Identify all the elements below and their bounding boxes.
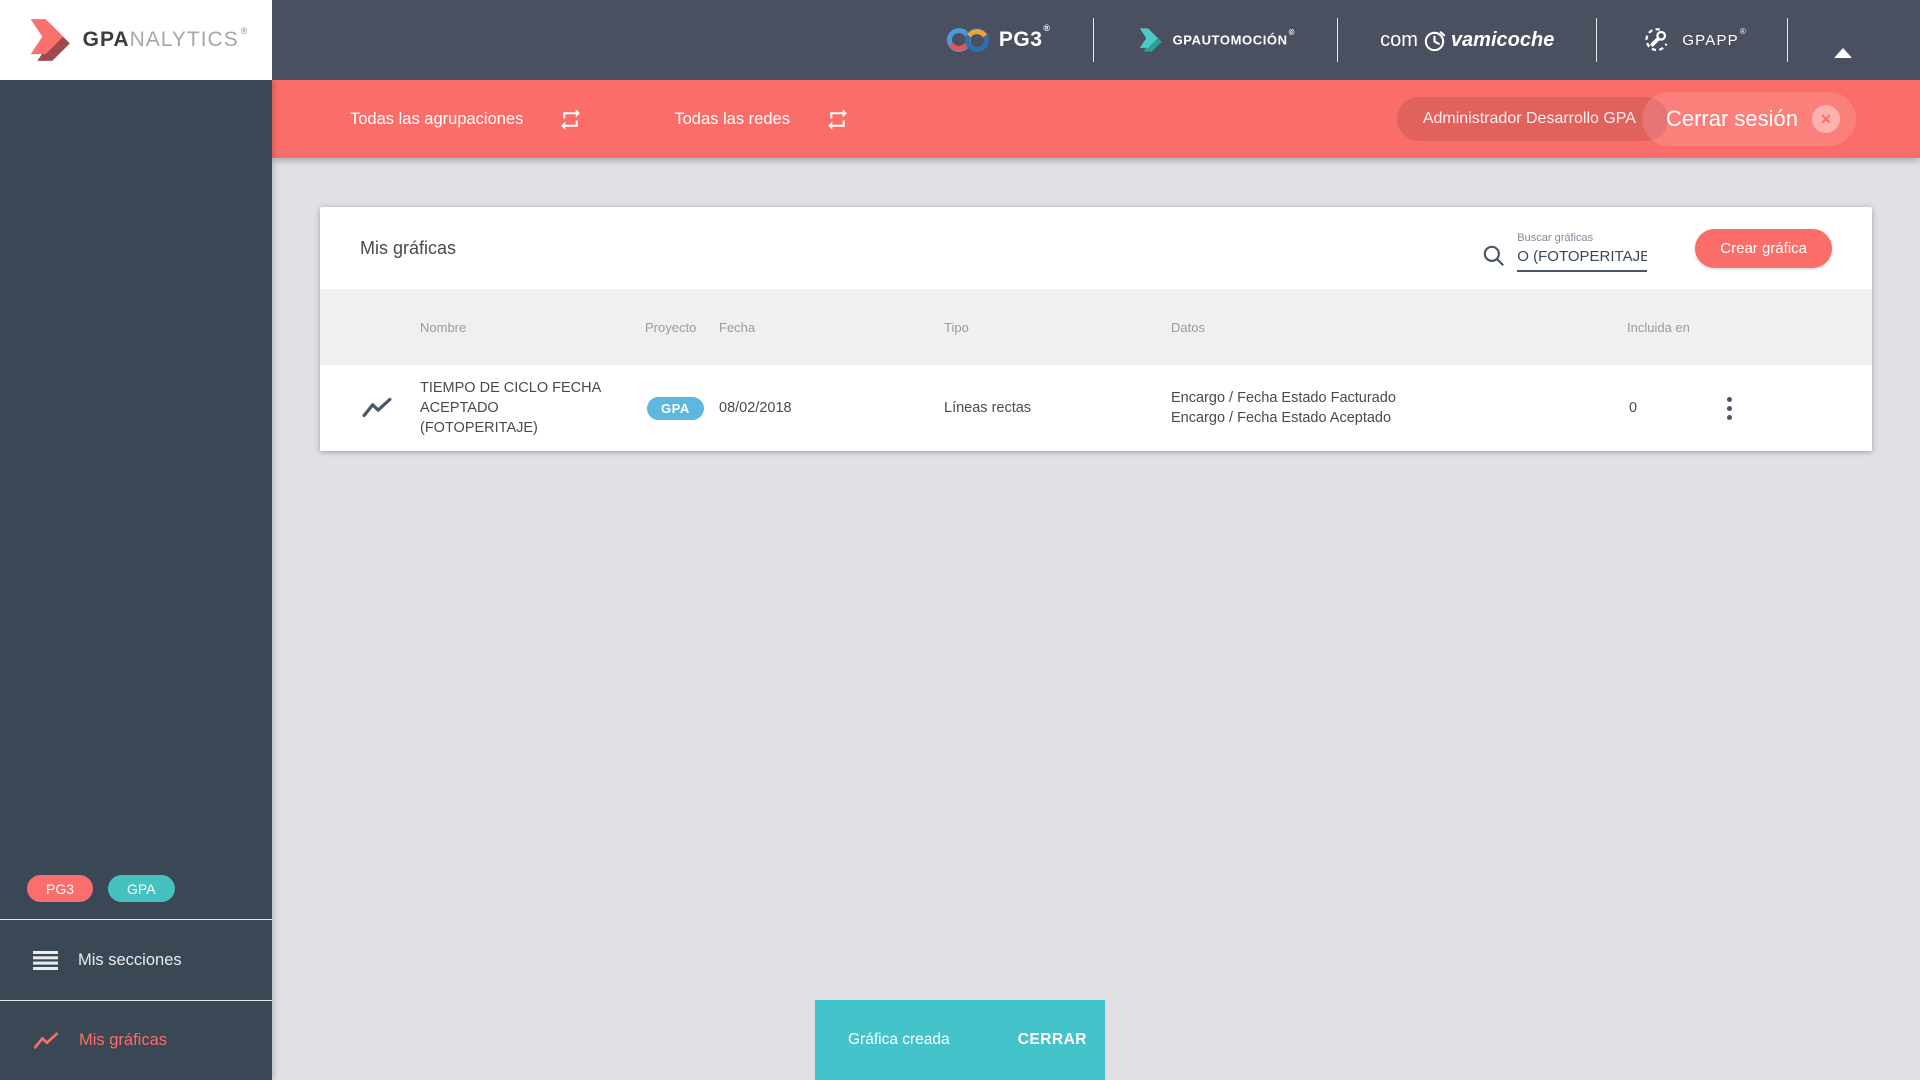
column-header-fecha: Fecha	[719, 319, 756, 335]
compravamicoche-post-text: vamicoche	[1450, 28, 1555, 51]
sidebar: PG3 GPA Mis secciones Mis gráficas	[0, 80, 272, 1080]
search-field-label: Buscar gráficas	[1517, 232, 1594, 244]
brand-registered-mark: ®	[240, 26, 249, 36]
kebab-dot	[1726, 414, 1732, 420]
close-circle-icon: ✕	[1812, 105, 1840, 133]
networks-swap-button[interactable]	[824, 107, 851, 132]
row-actions-kebab-menu[interactable]	[1717, 393, 1741, 424]
search-input[interactable]	[1517, 247, 1648, 272]
brand-logo[interactable]: GPA NALYTICS ®	[0, 0, 272, 80]
datos-line-2: Encargo / Fecha Estado Aceptado	[1171, 410, 1392, 426]
sidebar-badge-pg3[interactable]: PG3	[27, 875, 94, 902]
collapse-header-button[interactable]	[1828, 27, 1858, 58]
cell-datos: Encargo / Fecha Estado Facturado Encargo…	[1171, 388, 1627, 428]
logout-label: Cerrar sesión	[1665, 106, 1798, 131]
line-chart-icon	[33, 1031, 59, 1050]
create-chart-button[interactable]: Crear gráfica	[1695, 228, 1832, 268]
table-row[interactable]: TIEMPO DE CICLO FECHA ACEPTADO (FOTOPERI…	[320, 365, 1872, 451]
toast-close-button[interactable]: CERRAR	[1018, 1031, 1087, 1049]
filter-bar: Todas las agrupaciones Todas las redes A…	[272, 80, 1920, 158]
kebab-dot	[1726, 405, 1732, 411]
gpautomocion-label: GPAUTOMOCIÓN®	[1172, 28, 1296, 48]
toast-message: Gráfica creada	[848, 1031, 950, 1048]
pg3-logo[interactable]: PG3®	[946, 23, 1051, 55]
gpautomocion-logo[interactable]: GPAUTOMOCIÓN®	[1136, 27, 1296, 53]
compravamicoche-pre-text: com	[1380, 28, 1418, 51]
gpautomocion-registered-mark: ®	[1288, 28, 1296, 38]
table-header-row: Nombre Proyecto Fecha Tipo Datos Incluid…	[320, 289, 1872, 365]
sidebar-item-mis-graficas[interactable]: Mis gráficas	[0, 1001, 272, 1080]
header-separator	[1337, 18, 1339, 62]
groupings-swap-button[interactable]	[557, 107, 584, 132]
gpapp-label: GPAPP®	[1682, 26, 1747, 49]
brand-wordmark: GPA NALYTICS ®	[82, 26, 249, 52]
header-logo-strip: PG3® GPAUTOMOCIÓN® com vamicoche GPAPP®	[946, 0, 1920, 80]
page-title: Mis gráficas	[360, 237, 457, 258]
sidebar-item-label: Mis secciones	[78, 950, 182, 969]
brand-arrow-icon	[24, 18, 74, 62]
gpapp-logo[interactable]: GPAPP®	[1639, 23, 1747, 57]
column-header-nombre: Nombre	[420, 319, 467, 335]
main-content: Mis gráficas Buscar gráficas Crear gráfi…	[272, 158, 1920, 1080]
kebab-dot	[1726, 396, 1732, 402]
sidebar-item-label: Mis gráficas	[79, 1031, 168, 1049]
logout-button[interactable]: Cerrar sesión ✕	[1641, 92, 1856, 146]
snackbar-toast: Gráfica creada CERRAR	[815, 1000, 1105, 1080]
top-header: GPA NALYTICS ® PG3® GPAUTOMOCIÓN® com va…	[0, 0, 1920, 80]
compravamicoche-label: com vamicoche	[1380, 28, 1554, 53]
cell-fecha: 08/02/2018	[719, 400, 792, 416]
logged-in-user-label: Administrador Desarrollo GPA	[1396, 97, 1668, 141]
search-icon[interactable]	[1481, 243, 1507, 269]
menu-icon	[33, 950, 58, 970]
clock-icon	[1422, 28, 1447, 53]
filter-controls: Todas las agrupaciones Todas las redes	[272, 107, 851, 132]
header-separator	[1596, 18, 1598, 62]
collapse-arrow-icon	[1834, 32, 1852, 58]
cell-tipo: Líneas rectas	[944, 400, 1032, 416]
search-field-group: Buscar gráficas	[1517, 224, 1648, 272]
card-header: Mis gráficas Buscar gráficas Crear gráfi…	[320, 207, 1872, 289]
project-badge: GPA	[647, 396, 704, 420]
sidebar-badges: PG3 GPA	[27, 875, 175, 902]
pg3-infinity-icon	[946, 25, 990, 55]
cell-proyecto: GPA	[645, 396, 719, 420]
wrench-icon	[1639, 23, 1673, 57]
pg3-registered-mark: ®	[1043, 23, 1051, 33]
swap-icon	[824, 107, 851, 132]
column-header-incluida-en: Incluida en	[1627, 319, 1690, 335]
column-header-tipo: Tipo	[944, 319, 969, 335]
header-separator	[1092, 18, 1094, 62]
charts-card: Mis gráficas Buscar gráficas Crear gráfi…	[320, 207, 1872, 451]
brand-nalytics-text: NALYTICS	[129, 28, 239, 51]
gpapp-registered-mark: ®	[1739, 26, 1747, 36]
datos-line-1: Encargo / Fecha Estado Facturado	[1171, 390, 1396, 406]
column-header-proyecto: Proyecto	[645, 319, 697, 335]
swap-icon	[557, 107, 584, 132]
automocion-arrow-icon	[1136, 27, 1164, 53]
pg3-label: PG3®	[998, 23, 1051, 51]
header-separator	[1787, 18, 1788, 62]
user-session-area: Administrador Desarrollo GPA Cerrar sesi…	[1396, 92, 1920, 146]
line-chart-icon	[362, 397, 420, 419]
groupings-filter-label[interactable]: Todas las agrupaciones	[350, 110, 523, 129]
cell-incluida-en: 0	[1629, 400, 1638, 416]
sidebar-item-mis-secciones[interactable]: Mis secciones	[0, 920, 272, 1000]
networks-filter-label[interactable]: Todas las redes	[674, 110, 790, 129]
sidebar-badge-gpa[interactable]: GPA	[108, 875, 175, 902]
brand-gpa-text: GPA	[82, 28, 130, 51]
column-header-datos: Datos	[1171, 319, 1205, 335]
compravamicoche-logo[interactable]: com vamicoche	[1380, 28, 1554, 53]
cell-nombre: TIEMPO DE CICLO FECHA ACEPTADO (FOTOPERI…	[420, 380, 601, 436]
